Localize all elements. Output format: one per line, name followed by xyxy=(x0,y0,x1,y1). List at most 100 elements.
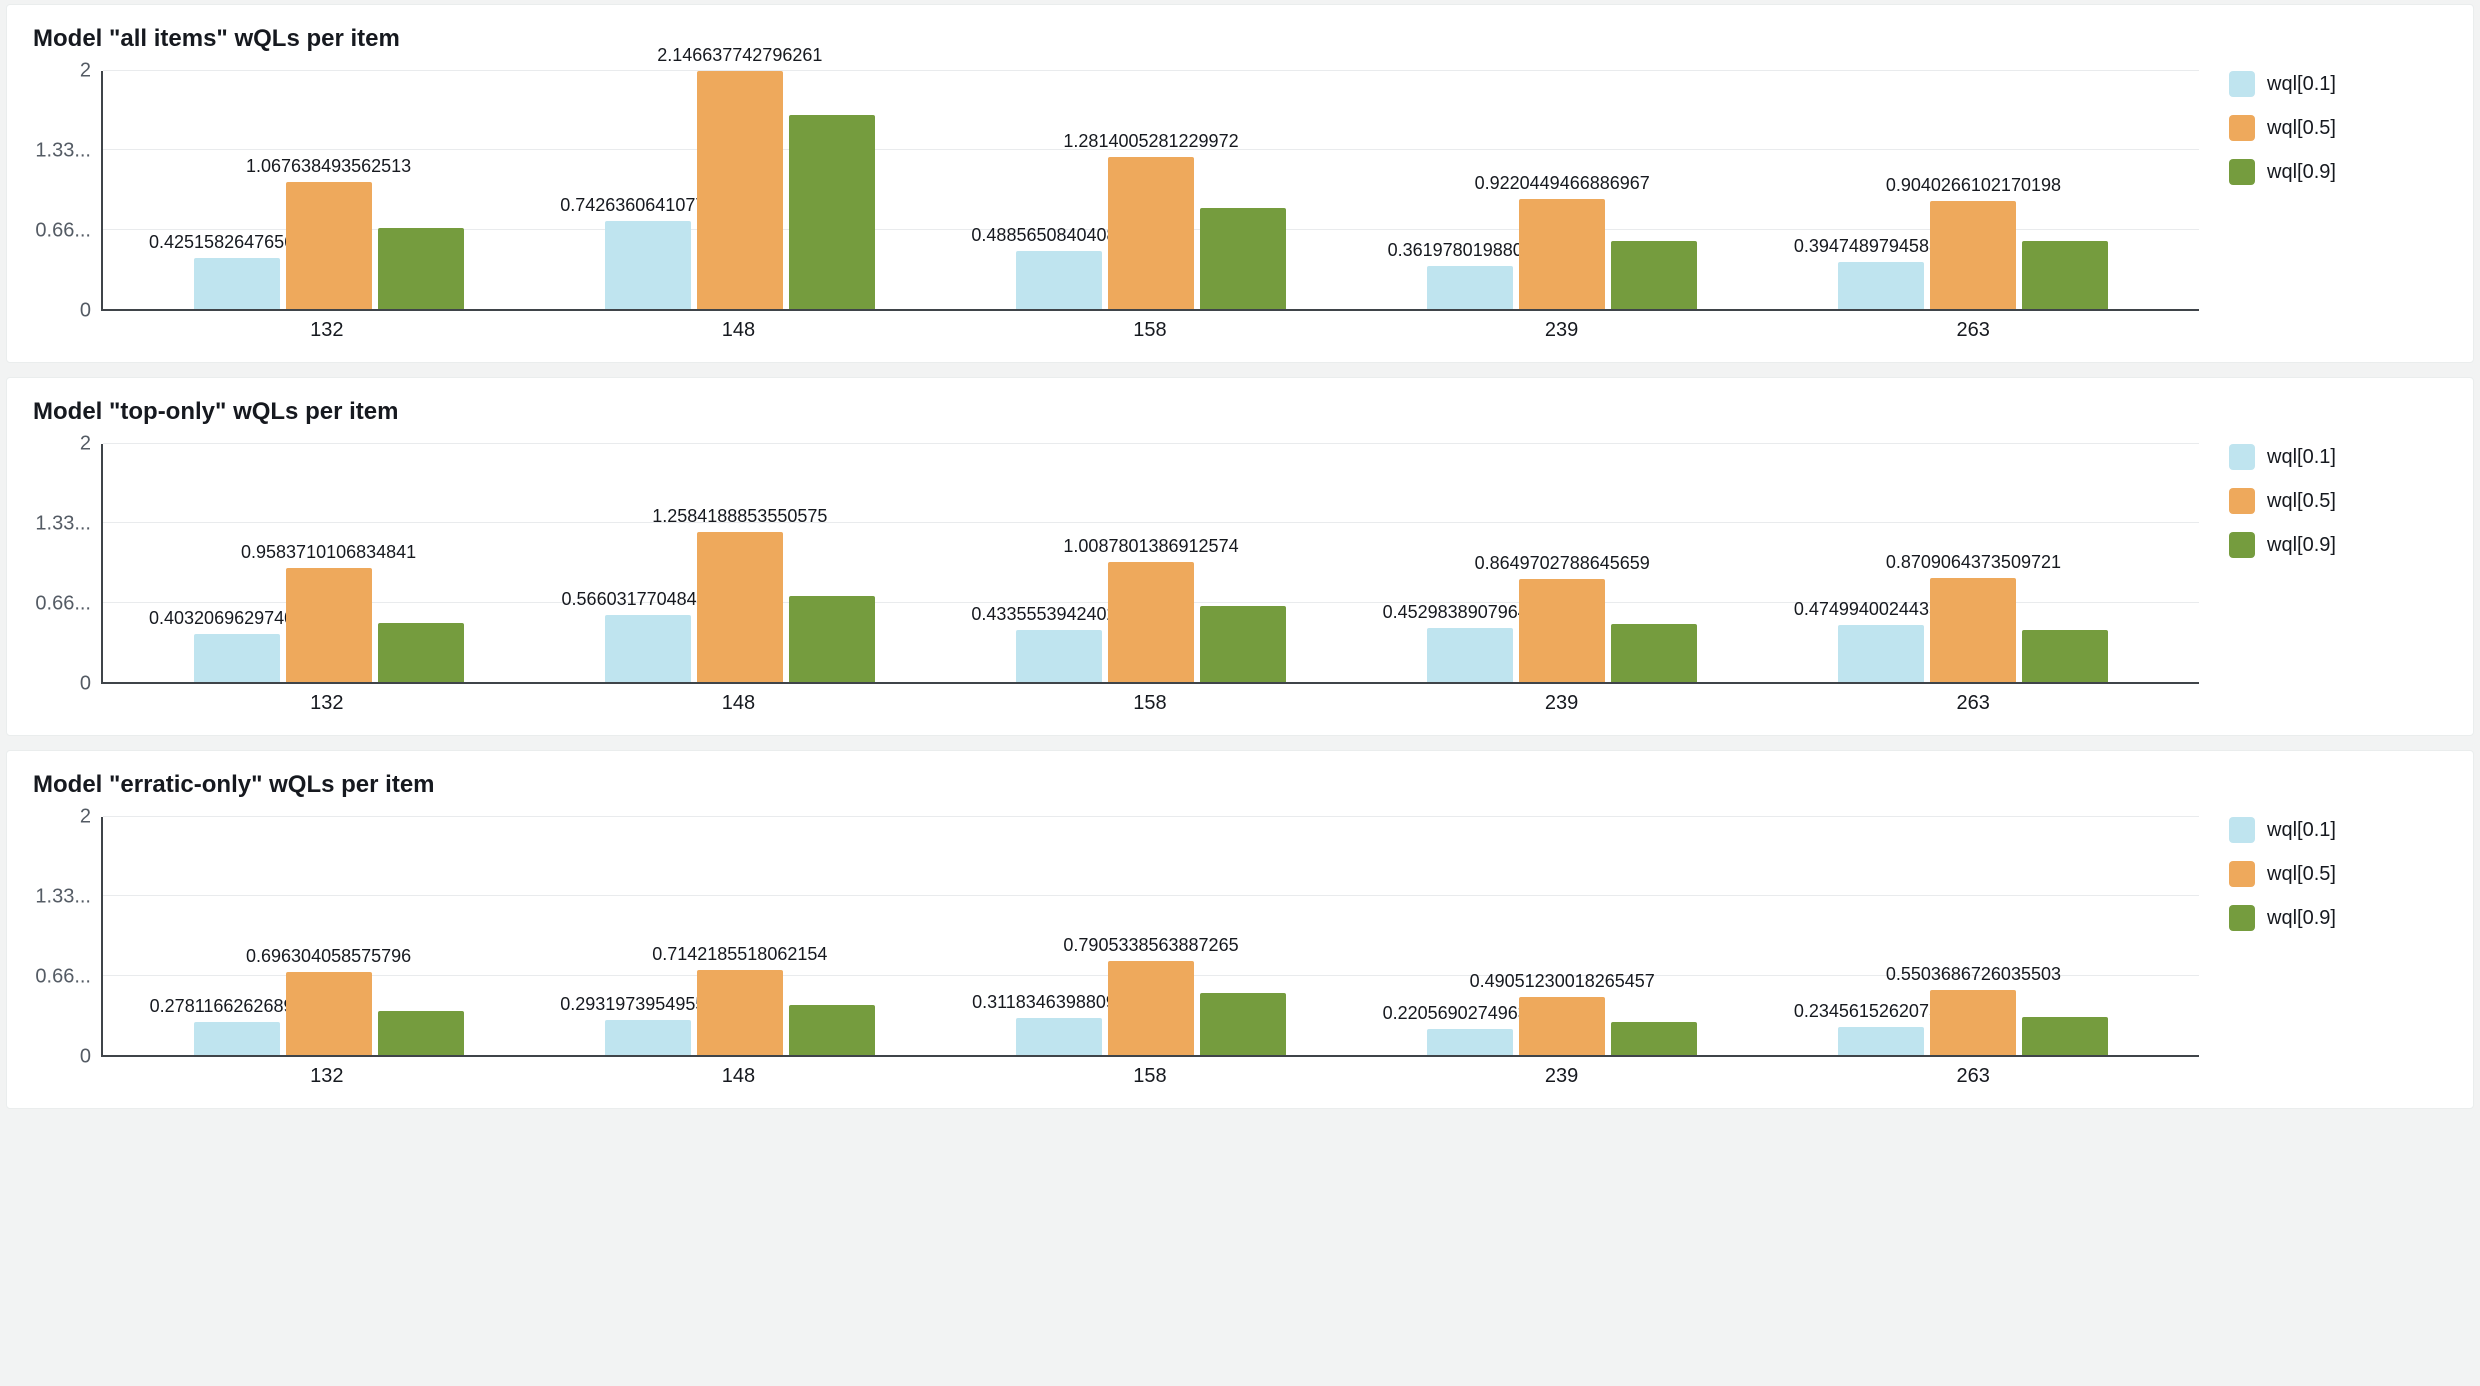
bar-wql[0.9][interactable] xyxy=(1200,208,1286,309)
legend-item[interactable]: wql[0.9] xyxy=(2229,905,2449,931)
bar-wql[0.5][interactable]: 0.5503686726035503 xyxy=(1930,990,2016,1055)
legend-item[interactable]: wql[0.5] xyxy=(2229,488,2449,514)
bar-wql[0.1][interactable]: 0.3947489794583495 xyxy=(1838,262,1924,309)
bar-group: 0.39474897945834950.9040266102170198 xyxy=(1768,71,2179,309)
legend-item[interactable]: wql[0.9] xyxy=(2229,532,2449,558)
legend-item[interactable]: wql[0.1] xyxy=(2229,71,2449,97)
bar-group: 0.45298389079645310.8649702788645659 xyxy=(1357,444,1768,682)
bar-wql[0.1][interactable]: 0.2931973954955789 xyxy=(605,1020,691,1055)
bar-wql[0.9][interactable] xyxy=(789,115,875,309)
bar-group: 0.31183463988094140.7905338563887265 xyxy=(945,817,1356,1055)
bar-value-label: 0.9040266102170198 xyxy=(1886,175,2061,196)
bar-value-label: 2.146637742796261 xyxy=(657,45,822,66)
bar-wql[0.1][interactable]: 0.4885650840408844 xyxy=(1016,251,1102,309)
bar-wql[0.5][interactable]: 0.8709064373509721 xyxy=(1930,578,2016,682)
legend-label: wql[0.9] xyxy=(2267,907,2336,930)
bar-value-label: 0.7142185518062154 xyxy=(652,944,827,965)
legend: wql[0.1] wql[0.5] wql[0.9] xyxy=(2199,444,2449,715)
chart-title: Model "top-only" wQLs per item xyxy=(33,398,2449,426)
bar-wql[0.1][interactable]: 0.4529838907964531 xyxy=(1427,628,1513,682)
bar-group: 0.47499400244356960.8709064373509721 xyxy=(1768,444,2179,682)
bar-group: 0.22056902749631950.49051230018265457 xyxy=(1357,817,1768,1055)
bar-wql[0.1][interactable]: 0.7426360641077152 xyxy=(605,221,691,309)
y-tick: 1.33... xyxy=(35,886,91,909)
legend-item[interactable]: wql[0.1] xyxy=(2229,444,2449,470)
bar-wql[0.9][interactable] xyxy=(1611,241,1697,309)
legend-item[interactable]: wql[0.5] xyxy=(2229,861,2449,887)
bar-wql[0.5][interactable]: 0.49051230018265457 xyxy=(1519,997,1605,1055)
bar-wql[0.5][interactable]: 0.9583710106834841 xyxy=(286,568,372,682)
bar-wql[0.9][interactable] xyxy=(789,1005,875,1055)
bar-wql[0.1][interactable]: 0.4032069629740956 xyxy=(194,634,280,682)
bar-wql[0.5][interactable]: 0.696304058575796 xyxy=(286,972,372,1055)
x-tick-label: 239 xyxy=(1356,319,1768,342)
bar-wql[0.9][interactable] xyxy=(378,623,464,683)
bar-wql[0.9][interactable] xyxy=(2022,630,2108,682)
bar-wql[0.9][interactable] xyxy=(1200,993,1286,1055)
bar-groups: 0.27811662626895840.696304058575796 0.293… xyxy=(103,817,2199,1055)
legend-item[interactable]: wql[0.5] xyxy=(2229,115,2449,141)
chart-title: Model "all items" wQLs per item xyxy=(33,25,2449,53)
x-tick-label: 132 xyxy=(121,319,533,342)
bar-wql[0.5][interactable]: 1.2814005281229972 xyxy=(1108,157,1194,309)
bar-value-label: 0.9220449466886967 xyxy=(1475,173,1650,194)
bar-wql[0.5][interactable]: 1.0087801386912574 xyxy=(1108,562,1194,682)
legend-item[interactable]: wql[0.1] xyxy=(2229,817,2449,843)
bar-wql[0.5][interactable]: 2.146637742796261 xyxy=(697,71,783,309)
bar-wql[0.9][interactable] xyxy=(1611,1022,1697,1055)
chart-title: Model "erratic-only" wQLs per item xyxy=(33,771,2449,799)
y-tick: 1.33... xyxy=(35,140,91,163)
bar-wql[0.9][interactable] xyxy=(1611,624,1697,682)
bar-wql[0.5][interactable]: 0.8649702788645659 xyxy=(1519,579,1605,682)
bar-wql[0.5][interactable]: 1.2584188853550575 xyxy=(697,532,783,682)
bar-groups: 0.42515826476562031.0676384935625130.742… xyxy=(103,71,2199,309)
bar-wql[0.1][interactable]: 0.2205690274963195 xyxy=(1427,1029,1513,1055)
chart-plot[interactable]: 0.27811662626895840.696304058575796 0.293… xyxy=(101,817,2199,1057)
bar-wql[0.1][interactable]: 0.3118346398809414 xyxy=(1016,1018,1102,1055)
bar-wql[0.9][interactable] xyxy=(2022,1017,2108,1055)
y-tick: 0 xyxy=(80,1046,91,1069)
chart-plot[interactable]: 0.42515826476562031.0676384935625130.742… xyxy=(101,71,2199,311)
chart-panel: Model "all items" wQLs per item 00.66...… xyxy=(6,4,2474,363)
x-tick-label: 263 xyxy=(1767,319,2179,342)
bar-wql[0.1][interactable]: 0.361978019880262 xyxy=(1427,266,1513,309)
bar-wql[0.1][interactable]: 0.5660317704841118 xyxy=(605,615,691,682)
legend-label: wql[0.1] xyxy=(2267,446,2336,469)
bar-wql[0.5][interactable]: 0.9220449466886967 xyxy=(1519,199,1605,309)
bar-wql[0.5][interactable]: 0.7905338563887265 xyxy=(1108,961,1194,1055)
x-tick-label: 263 xyxy=(1767,692,2179,715)
bar-wql[0.1][interactable]: 0.4749940024435696 xyxy=(1838,625,1924,682)
bar-group: 0.42515826476562031.067638493562513 xyxy=(123,71,534,309)
bar-group: 0.74263606410771522.146637742796261 xyxy=(534,71,945,309)
bar-value-label: 1.2814005281229972 xyxy=(1063,131,1238,152)
bar-group: 0.3619780198802620.9220449466886967 xyxy=(1357,71,1768,309)
bar-value-label: 0.7905338563887265 xyxy=(1063,935,1238,956)
legend-swatch xyxy=(2229,817,2255,843)
legend: wql[0.1] wql[0.5] wql[0.9] xyxy=(2199,71,2449,342)
bar-groups: 0.40320696297409560.9583710106834841 0.56… xyxy=(103,444,2199,682)
bar-wql[0.5][interactable]: 1.067638493562513 xyxy=(286,182,372,309)
legend-label: wql[0.5] xyxy=(2267,490,2336,513)
x-tick-label: 158 xyxy=(944,1065,1356,1088)
bar-value-label: 1.0087801386912574 xyxy=(1063,536,1238,557)
bar-value-label: 0.5503686726035503 xyxy=(1886,964,2061,985)
bar-wql[0.5][interactable]: 0.9040266102170198 xyxy=(1930,201,2016,309)
bar-value-label: 1.2584188853550575 xyxy=(652,506,827,527)
y-axis: 00.66...1.33...2 xyxy=(31,71,101,311)
bar-wql[0.1][interactable]: 0.2781166262689584 xyxy=(194,1022,280,1055)
bar-wql[0.1][interactable]: 0.4251582647656203 xyxy=(194,258,280,309)
bar-wql[0.1][interactable]: 0.4335553942402802 xyxy=(1016,630,1102,682)
bar-wql[0.5][interactable]: 0.7142185518062154 xyxy=(697,970,783,1055)
bar-wql[0.9][interactable] xyxy=(2022,241,2108,309)
bar-wql[0.9][interactable] xyxy=(378,228,464,309)
chart-plot[interactable]: 0.40320696297409560.9583710106834841 0.56… xyxy=(101,444,2199,684)
legend-swatch xyxy=(2229,115,2255,141)
bar-wql[0.9][interactable] xyxy=(789,596,875,682)
legend-swatch xyxy=(2229,532,2255,558)
x-tick-label: 239 xyxy=(1356,1065,1768,1088)
bar-wql[0.1][interactable]: 0.2345615262075335 xyxy=(1838,1027,1924,1055)
legend-item[interactable]: wql[0.9] xyxy=(2229,159,2449,185)
bar-wql[0.9][interactable] xyxy=(378,1011,464,1055)
bar-wql[0.9][interactable] xyxy=(1200,606,1286,682)
chart-panel: Model "top-only" wQLs per item 00.66...1… xyxy=(6,377,2474,736)
